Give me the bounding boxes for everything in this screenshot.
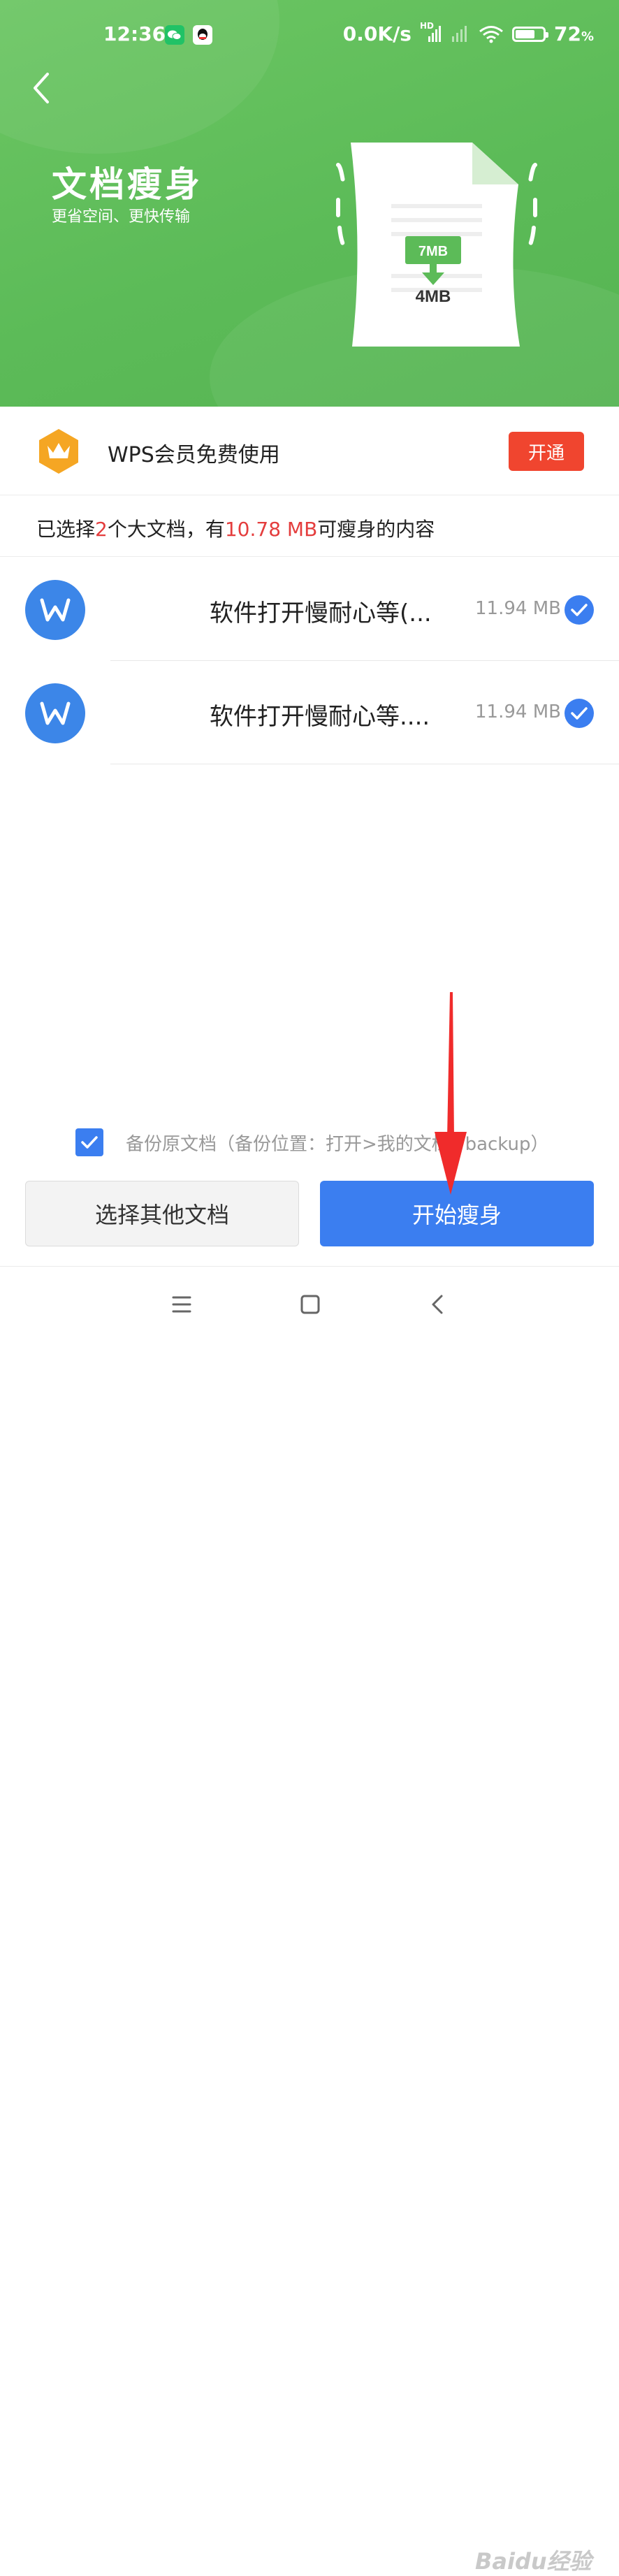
- backup-checkbox[interactable]: [75, 1128, 103, 1156]
- status-indicators: 0.0K/s HD 72%: [342, 21, 594, 46]
- wps-writer-icon: [25, 683, 85, 743]
- qq-icon: [193, 25, 212, 45]
- illustration-to-size: 4MB: [416, 287, 451, 306]
- wps-writer-icon: [25, 580, 85, 640]
- file-checkbox[interactable]: [565, 595, 594, 625]
- wifi-icon: [479, 25, 504, 43]
- status-bar: 12:36 0.0K/s HD 72%: [0, 20, 619, 53]
- file-name: 软件打开慢耐心等(...: [210, 599, 432, 627]
- signal-icon: HD: [420, 21, 441, 43]
- check-icon: [571, 707, 588, 720]
- file-checkbox[interactable]: [565, 699, 594, 728]
- selection-summary: 已选择2个大文档，有10.78 MB可瘦身的内容: [36, 518, 435, 541]
- file-name: 软件打开慢耐心等....: [210, 703, 430, 731]
- system-nav-bar: Baidu经验: [0, 1266, 619, 2575]
- crown-icon: [36, 428, 81, 475]
- select-other-documents-button[interactable]: 选择其他文档: [25, 1181, 299, 1246]
- divider: [0, 556, 619, 557]
- menu-icon: [172, 1296, 191, 1313]
- selected-count: 2: [95, 518, 108, 541]
- file-size: 11.94 MB: [475, 701, 561, 722]
- battery-icon: [511, 26, 548, 42]
- backup-option[interactable]: 备份原文档（备份位置：打开>我的文档>backup）: [75, 1126, 549, 1158]
- network-speed: 0.0K/s: [342, 22, 412, 45]
- file-size: 11.94 MB: [475, 598, 561, 619]
- check-icon: [571, 604, 588, 616]
- chevron-left-icon: [432, 1295, 443, 1314]
- network-type: HD: [419, 20, 434, 31]
- wechat-icon: [165, 25, 184, 45]
- header-banner: 12:36 0.0K/s HD 72% 文档瘦身 更省空间、更快传输 7MB 4…: [0, 0, 619, 407]
- document-compress-illustration: 7MB 4MB: [335, 137, 538, 354]
- home-icon: [300, 1295, 320, 1314]
- nav-back-button[interactable]: [422, 1288, 456, 1321]
- reducible-size: 10.78 MB: [224, 518, 318, 541]
- chevron-left-icon: [34, 73, 49, 103]
- backup-label: 备份原文档（备份位置：打开>我的文档>backup）: [126, 1133, 549, 1155]
- vip-promo-row[interactable]: WPS会员免费使用 开通: [0, 407, 619, 495]
- open-vip-button[interactable]: 开通: [509, 432, 584, 471]
- signal-icon-2: [449, 25, 470, 43]
- battery-percent: 72%: [553, 22, 594, 45]
- annotation-arrow: [433, 992, 468, 1195]
- menu-button[interactable]: [165, 1288, 198, 1321]
- check-icon: [81, 1136, 98, 1149]
- page-subtitle: 更省空间、更快传输: [52, 208, 191, 226]
- page-title: 文档瘦身: [52, 164, 203, 205]
- battery-fill: [515, 29, 535, 38]
- file-list-item[interactable]: 软件打开慢耐心等.... 11.94 MB: [0, 661, 619, 764]
- status-time: 12:36: [103, 22, 166, 45]
- illustration-from-size: 7MB: [418, 244, 448, 259]
- file-list-item[interactable]: 软件打开慢耐心等(... 11.94 MB: [0, 558, 619, 661]
- vip-text: WPS会员免费使用: [108, 443, 280, 467]
- watermark: Baidu经验: [475, 2548, 592, 2575]
- home-button[interactable]: [293, 1288, 327, 1321]
- back-button[interactable]: [25, 67, 60, 109]
